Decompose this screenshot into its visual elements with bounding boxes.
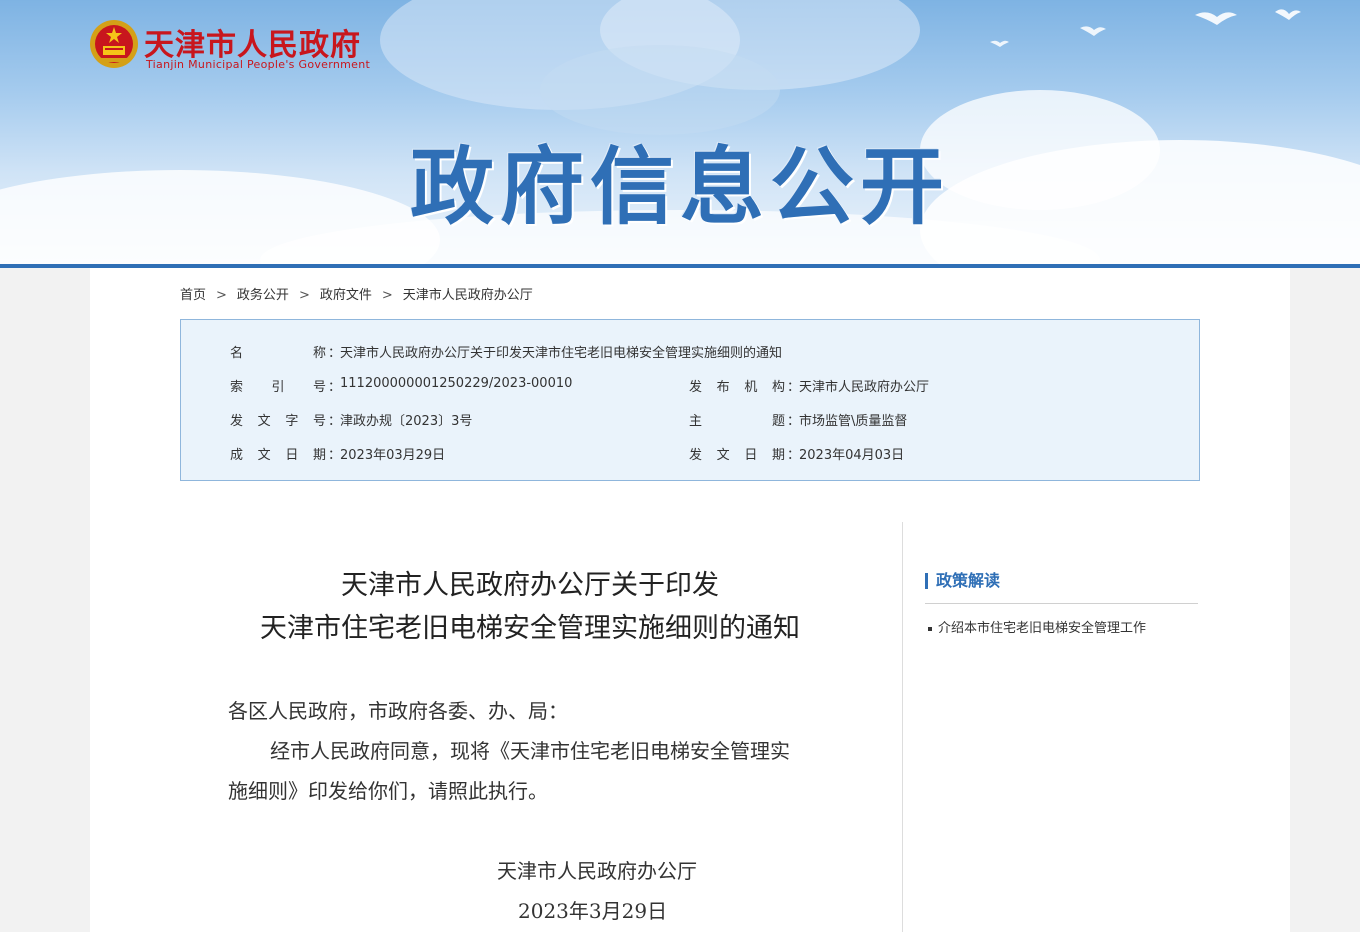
meta-name-label: 名称 — [230, 346, 326, 361]
article-title-line-1: 天津市人民政府办公厅关于印发 — [341, 570, 719, 601]
meta-colon: ： — [787, 448, 801, 463]
breadcrumb-separator: > — [298, 288, 310, 303]
meta-row-index: 索引号： 111200000001250229/2023-00010 发布机构：… — [181, 376, 1199, 396]
column-divider — [902, 522, 903, 932]
article-title-line-2: 天津市住宅老旧电梯安全管理实施细则的通知 — [260, 613, 800, 644]
meta-index-value: 111200000001250229/2023-00010 — [340, 376, 573, 391]
breadcrumb-gov-documents[interactable]: 政府文件 — [320, 288, 372, 303]
meta-row-dates: 成文日期： 2023年03月29日 发文日期： 2023年04月03日 — [181, 444, 1199, 464]
content-panel: 首页 > 政务公开 > 政府文件 > 天津市人民政府办公厅 名称： 天津市人民政府办公厅关于… — [90, 268, 1290, 932]
breadcrumb-home[interactable]: 首页 — [180, 288, 206, 303]
meta-name-value: 天津市人民政府办公厅关于印发天津市住宅老旧电梯安全管理实施细则的通知 — [340, 346, 783, 361]
article-signature: 天津市人民政府办公厅 — [497, 859, 697, 883]
sidebar-title-rule — [925, 603, 1198, 604]
meta-published-label: 发文日期 — [689, 448, 785, 463]
sidebar-item[interactable]: 介绍本市住宅老旧电梯安全管理工作 — [928, 617, 1146, 636]
article-paragraph-line-2: 施细则》印发给你们，请照此执行。 — [228, 779, 548, 803]
meta-colon: ： — [328, 346, 342, 361]
meta-colon: ： — [328, 380, 342, 395]
breadcrumb-separator: > — [216, 288, 227, 303]
meta-colon: ： — [328, 448, 342, 463]
section-title: 政府信息公开 — [409, 138, 950, 236]
meta-index-label: 索引号 — [230, 380, 326, 395]
breadcrumb: 首页 > 政务公开 > 政府文件 > 天津市人民政府办公厅 — [180, 284, 533, 303]
document-metadata-box: 名称： 天津市人民政府办公厅关于印发天津市住宅老旧电梯安全管理实施细则的通知 索… — [180, 319, 1200, 481]
article-title: 天津市人民政府办公厅关于印发 天津市住宅老旧电梯安全管理实施细则的通知 — [180, 564, 880, 650]
meta-created-label: 成文日期 — [230, 448, 326, 463]
meta-topic-value: 市场监管\质量监督 — [799, 414, 908, 429]
meta-created-value: 2023年03月29日 — [340, 448, 446, 463]
article-paragraph-line-1: 经市人民政府同意，现将《天津市住宅老旧电梯安全管理实 — [270, 739, 790, 763]
site-logo[interactable]: 天津市人民政府 Tianjin Municipal People's Gover… — [88, 18, 388, 74]
sidebar-item-label: 介绍本市住宅老旧电梯安全管理工作 — [938, 621, 1147, 636]
meta-published-value: 2023年04月03日 — [799, 448, 905, 463]
bullet-icon — [928, 626, 932, 631]
site-name-en: Tianjin Municipal People's Government — [146, 58, 371, 71]
sidebar-title: 政策解读 — [925, 573, 1000, 589]
breadcrumb-separator: > — [381, 288, 393, 303]
breadcrumb-gov-affairs[interactable]: 政务公开 — [237, 288, 289, 303]
article-salutation: 各区人民政府，市政府各委、办、局： — [228, 699, 568, 723]
meta-row-name: 名称： 天津市人民政府办公厅关于印发天津市住宅老旧电梯安全管理实施细则的通知 — [181, 342, 1199, 362]
meta-issuer-value: 天津市人民政府办公厅 — [799, 380, 930, 395]
article-date: 2023年3月29日 — [518, 899, 668, 923]
breadcrumb-general-office[interactable]: 天津市人民政府办公厅 — [403, 288, 533, 303]
meta-row-docno: 发文字号： 津政办规〔2023〕3号 主题： 市场监管\质量监督 — [181, 410, 1199, 430]
meta-colon: ： — [328, 414, 342, 429]
meta-issuer-label: 发布机构 — [689, 380, 785, 395]
meta-topic-label: 主题 — [689, 414, 785, 429]
national-emblem-icon — [90, 20, 138, 68]
meta-colon: ： — [787, 380, 801, 395]
meta-docno-label: 发文字号 — [230, 414, 326, 429]
meta-docno-value: 津政办规〔2023〕3号 — [340, 414, 473, 429]
meta-colon: ： — [787, 414, 801, 429]
